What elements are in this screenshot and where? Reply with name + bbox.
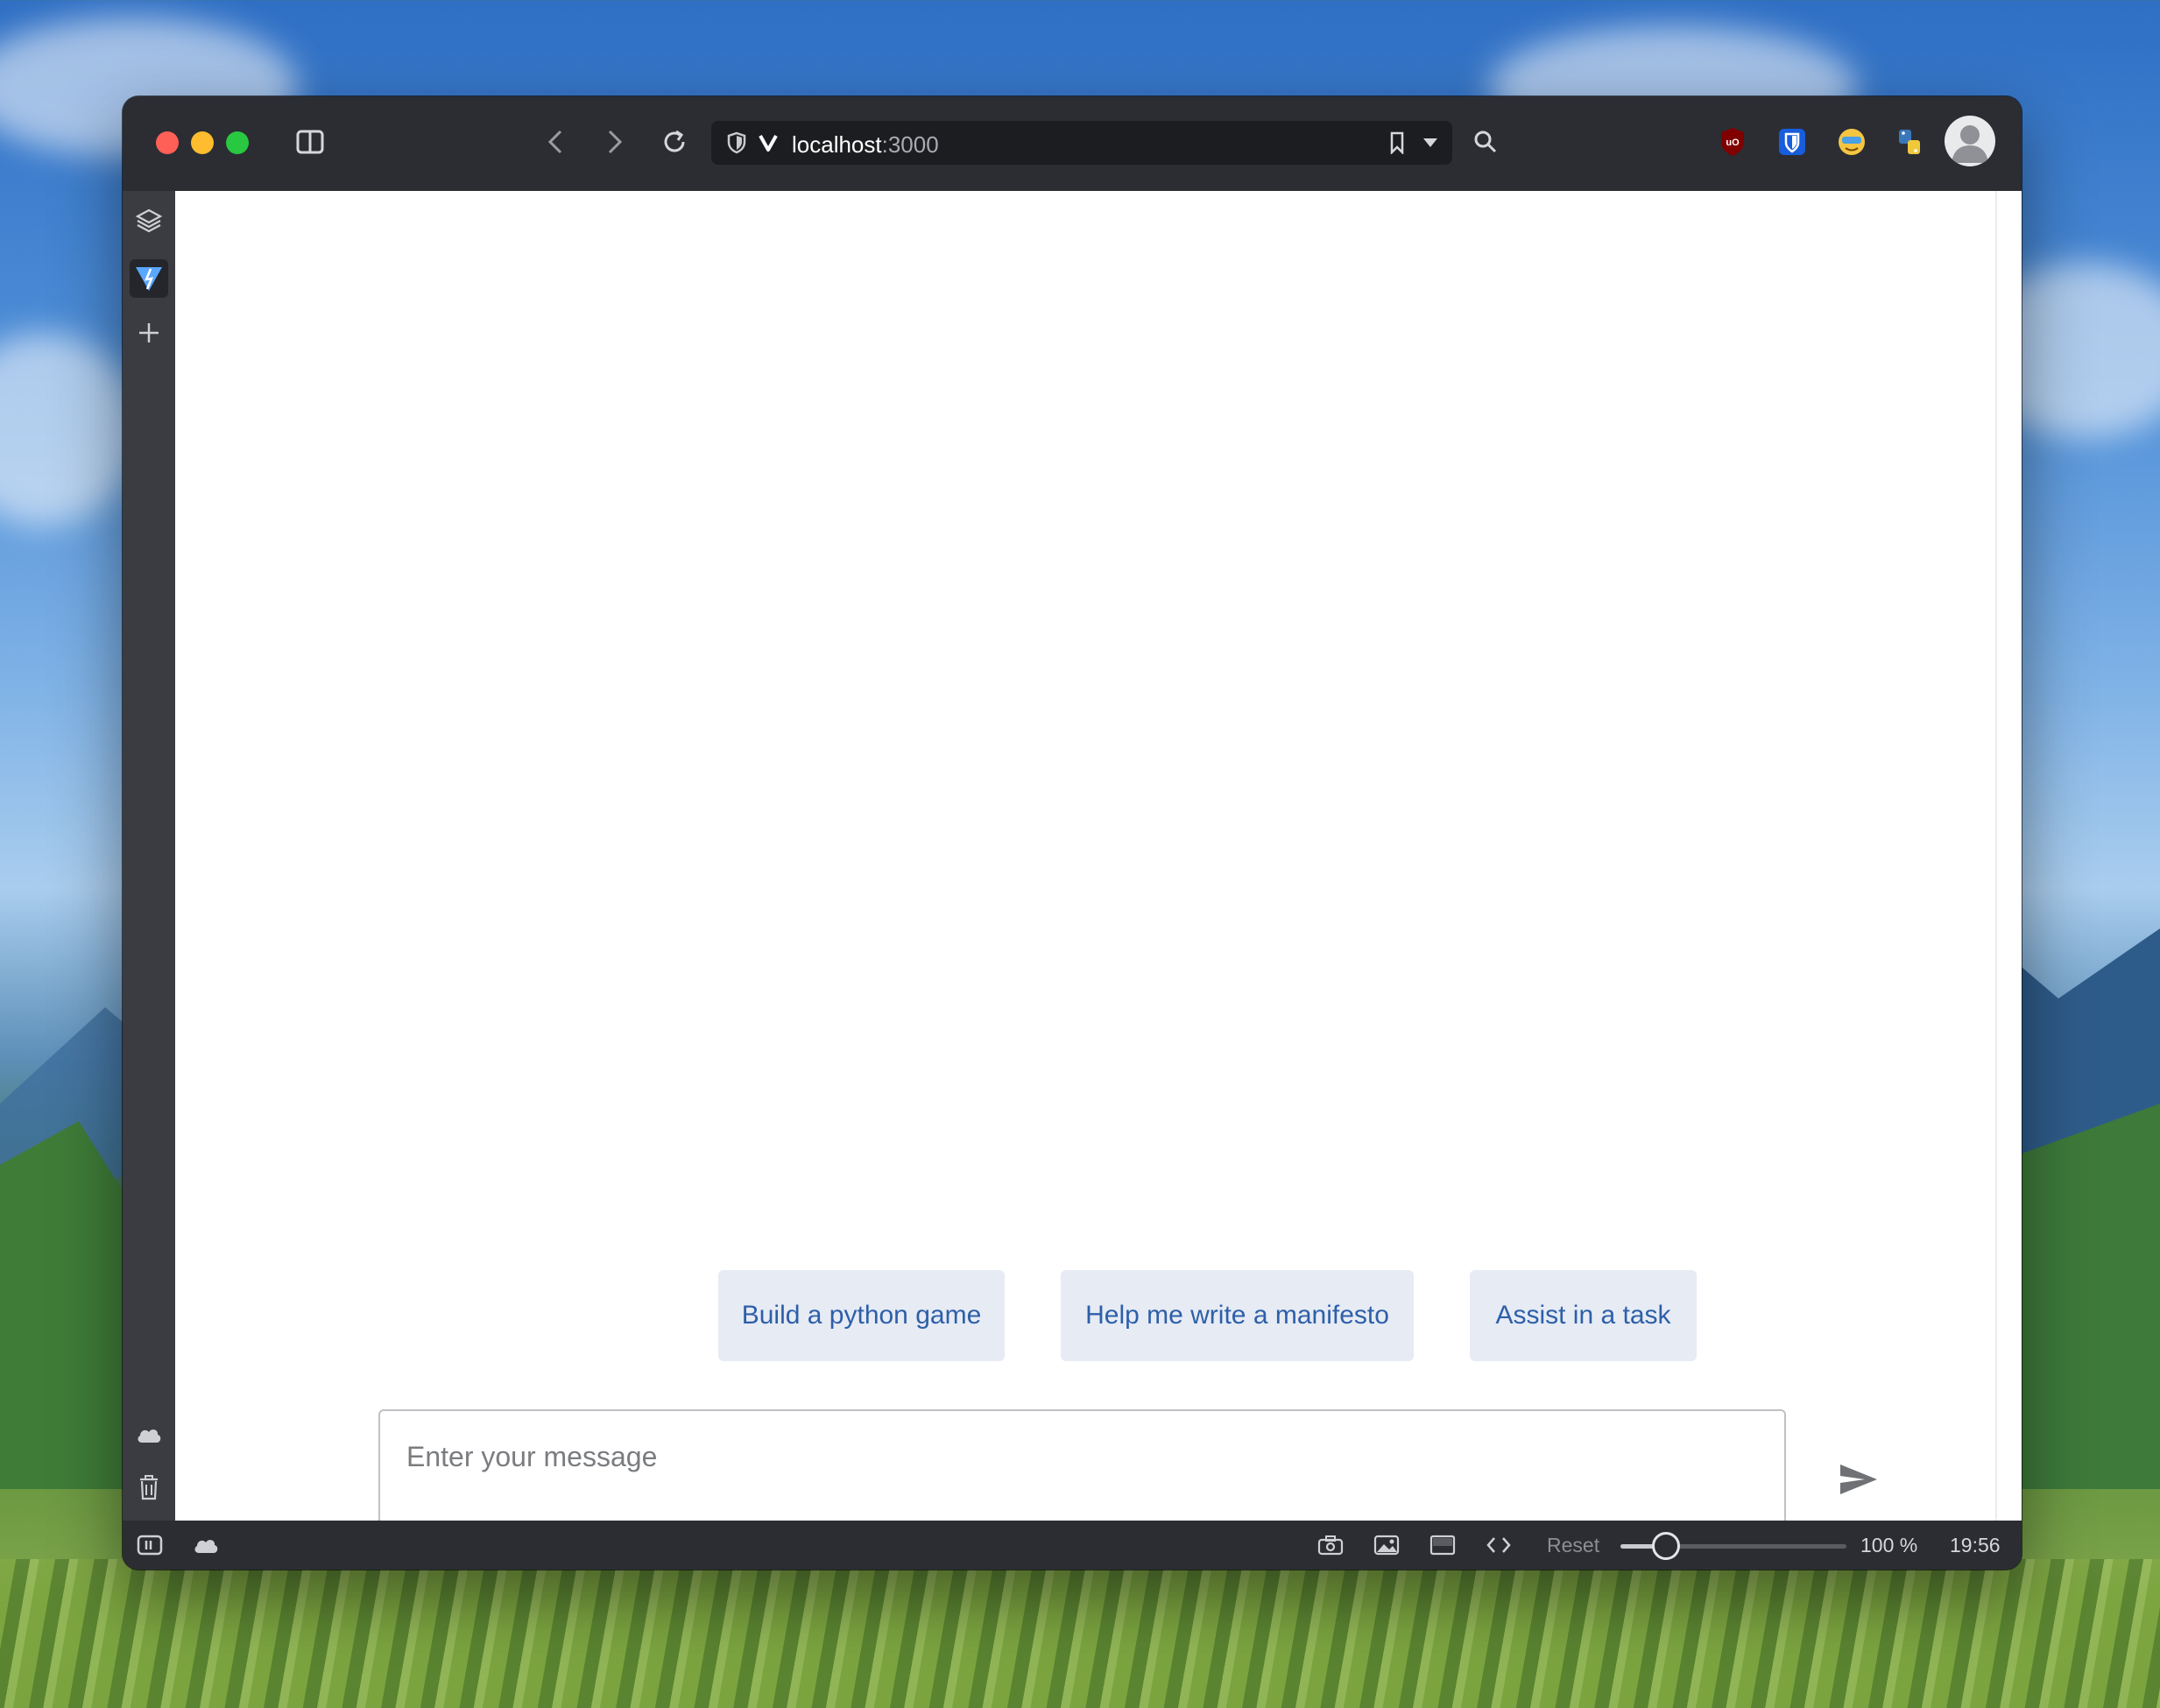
status-bar: Reset 100 % 19:56 bbox=[123, 1521, 2022, 1570]
camera-icon[interactable] bbox=[1316, 1531, 1345, 1559]
cloud-icon[interactable] bbox=[191, 1531, 221, 1559]
reload-icon[interactable] bbox=[657, 124, 692, 159]
suggestion-build-python-game[interactable]: Build a python game bbox=[718, 1270, 1005, 1361]
maximize-window-button[interactable] bbox=[226, 131, 249, 154]
forward-icon[interactable] bbox=[599, 126, 631, 158]
trash-icon[interactable] bbox=[130, 1468, 168, 1507]
search-icon[interactable] bbox=[1470, 126, 1501, 158]
shield-icon[interactable] bbox=[724, 130, 750, 156]
clock: 19:56 bbox=[1950, 1534, 2001, 1556]
send-icon bbox=[1840, 1465, 1877, 1494]
ublock-origin-icon[interactable]: uO bbox=[1715, 124, 1750, 159]
address-bar[interactable]: localhost:3000 bbox=[711, 121, 1452, 165]
suggestion-write-manifesto[interactable]: Help me write a manifesto bbox=[1061, 1270, 1414, 1361]
layers-icon[interactable] bbox=[130, 201, 168, 240]
back-icon[interactable] bbox=[540, 126, 571, 158]
svg-text:uO: uO bbox=[1726, 138, 1740, 148]
suggestion-assist-task[interactable]: Assist in a task bbox=[1470, 1270, 1697, 1361]
side-panel bbox=[123, 191, 175, 1521]
suggestion-label: Build a python game bbox=[741, 1301, 982, 1330]
zoom-reset-button[interactable]: Reset bbox=[1547, 1534, 1599, 1557]
cloud-sync-icon[interactable] bbox=[130, 1415, 168, 1454]
page-scrollbar[interactable] bbox=[1995, 191, 2022, 1521]
zoom-level: 100 % bbox=[1860, 1534, 1918, 1556]
add-panel-icon[interactable] bbox=[130, 314, 168, 352]
vivaldi-site-icon bbox=[755, 130, 781, 156]
dropdown-arrow-icon[interactable] bbox=[1417, 130, 1444, 156]
image-icon[interactable] bbox=[1372, 1531, 1401, 1559]
profile-avatar[interactable] bbox=[1945, 116, 1995, 166]
zoom-slider-handle[interactable] bbox=[1651, 1532, 1680, 1560]
suggestion-label: Help me write a manifesto bbox=[1085, 1301, 1389, 1330]
page-content: Build a python game Help me write a mani… bbox=[175, 191, 1995, 1548]
code-icon[interactable] bbox=[1484, 1531, 1514, 1559]
send-button[interactable] bbox=[1834, 1457, 1883, 1502]
suggestion-label: Assist in a task bbox=[1495, 1301, 1671, 1330]
close-window-button[interactable] bbox=[156, 131, 179, 154]
smiley-extension-icon[interactable] bbox=[1834, 124, 1869, 159]
browser-window: localhost:3000 uO Build a python game He… bbox=[123, 96, 2022, 1570]
bookmark-icon[interactable] bbox=[1384, 130, 1410, 156]
minimize-window-button[interactable] bbox=[191, 131, 214, 154]
python-extension-icon[interactable] bbox=[1892, 124, 1927, 159]
browser-toolbar: localhost:3000 uO bbox=[123, 96, 2022, 191]
zoom-slider[interactable] bbox=[1620, 1532, 1846, 1560]
url-text[interactable]: localhost:3000 bbox=[792, 131, 939, 159]
toggle-panel-icon[interactable] bbox=[294, 126, 326, 158]
vite-panel-icon[interactable] bbox=[130, 259, 168, 298]
bitwarden-icon[interactable] bbox=[1775, 124, 1810, 159]
page-tiling-icon[interactable] bbox=[1428, 1531, 1458, 1559]
panel-toggle-icon[interactable] bbox=[135, 1531, 165, 1559]
